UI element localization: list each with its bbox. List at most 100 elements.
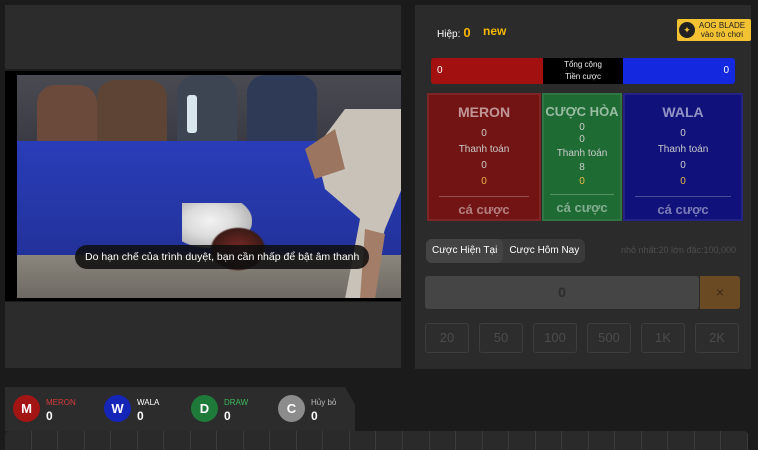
brand-line2: vào trò chơi bbox=[700, 30, 744, 39]
round-status: new bbox=[483, 24, 507, 38]
result-cell bbox=[111, 431, 138, 450]
wala-win: 0 bbox=[680, 176, 686, 187]
tab-today-bets[interactable]: Cược Hôm Nay bbox=[503, 239, 585, 263]
result-cell bbox=[323, 431, 350, 450]
spectator bbox=[177, 75, 237, 145]
result-cell bbox=[615, 431, 642, 450]
wala-payout: 0 bbox=[680, 160, 686, 171]
result-cell bbox=[695, 431, 722, 450]
result-cell bbox=[32, 431, 59, 450]
tab-current-bets[interactable]: Cược Hiện Tại bbox=[426, 239, 504, 263]
video-bottom-panel bbox=[5, 302, 401, 368]
video-top-panel bbox=[5, 5, 401, 69]
draw-title: CƯỢC HÒA bbox=[545, 104, 619, 119]
result-cell bbox=[562, 431, 589, 450]
draw-bet-button[interactable]: cá cược bbox=[544, 200, 620, 215]
brand-button[interactable]: ✦ AOG BLADE vào trò chơi bbox=[677, 19, 751, 41]
bet-history-tabs: Cược Hiện Tại Cược Hôm Nay bbox=[426, 239, 586, 263]
meron-win: 0 bbox=[481, 176, 487, 187]
draw-win: 0 bbox=[579, 176, 585, 187]
result-cell bbox=[58, 431, 85, 450]
result-cell bbox=[164, 431, 191, 450]
meron-bet-button[interactable]: cá cược bbox=[429, 202, 539, 217]
chip-button[interactable]: 100 bbox=[533, 323, 577, 353]
stat-label: WALA bbox=[137, 398, 160, 407]
wala-payout-label: Thanh toán bbox=[657, 144, 709, 155]
result-cell bbox=[350, 431, 377, 450]
brand-logo-icon: ✦ bbox=[679, 22, 695, 38]
live-video[interactable]: Do hạn chế của trình duyệt, bạn cần nhấp… bbox=[5, 71, 401, 301]
results-bar: M MERON 0 W WALA 0 D DRAW 0 C Hủy bỏ 0 bbox=[0, 379, 758, 450]
draw-payout: 8 bbox=[579, 162, 585, 173]
result-cell bbox=[668, 431, 695, 450]
divider bbox=[550, 194, 614, 195]
meron-bet-box[interactable]: MERON 0 Thanh toán 0 0 cá cược bbox=[427, 93, 541, 221]
meron-payout: 0 bbox=[481, 160, 487, 171]
wala-bet: 0 bbox=[680, 128, 686, 139]
wala-bet-button[interactable]: cá cược bbox=[625, 202, 741, 217]
handler-figure bbox=[305, 109, 401, 298]
wala-circle: W bbox=[104, 395, 131, 422]
round-label: Hiệp: bbox=[437, 29, 461, 40]
stat-label: DRAW bbox=[224, 398, 249, 407]
result-cell bbox=[509, 431, 536, 450]
chip-button[interactable]: 1K bbox=[641, 323, 685, 353]
wala-bet-box[interactable]: WALA 0 Thanh toán 0 0 cá cược bbox=[623, 93, 743, 221]
chip-button[interactable]: 50 bbox=[479, 323, 523, 353]
result-cell bbox=[138, 431, 165, 450]
chip-button[interactable]: 500 bbox=[587, 323, 631, 353]
stat-value: 0 bbox=[137, 409, 144, 423]
result-cell bbox=[85, 431, 112, 450]
brand-line1: AOG BLADE bbox=[698, 21, 746, 30]
meron-title: MERON bbox=[457, 104, 511, 120]
stat-value: 0 bbox=[311, 409, 318, 423]
round-indicator: Hiệp: 0 bbox=[437, 25, 471, 40]
total-wala: 0 bbox=[623, 58, 735, 84]
meron-payout-label: Thanh toán bbox=[458, 144, 510, 155]
spectator bbox=[97, 80, 167, 145]
total-bets-bar: 0 Tổng cộng Tiền cược 0 bbox=[431, 58, 735, 84]
stat-label: MERON bbox=[46, 398, 76, 407]
stat-value: 0 bbox=[224, 409, 231, 423]
draw-payout-label: Thanh toán bbox=[556, 148, 608, 159]
stat-label: Hủy bỏ bbox=[311, 398, 337, 407]
result-cell bbox=[536, 431, 563, 450]
result-cell bbox=[483, 431, 510, 450]
spectator bbox=[37, 85, 97, 145]
result-cell bbox=[191, 431, 218, 450]
divider bbox=[635, 196, 731, 197]
result-cell bbox=[297, 431, 324, 450]
total-meron: 0 bbox=[431, 58, 543, 84]
divider bbox=[439, 196, 529, 197]
meron-bet: 0 bbox=[481, 128, 487, 139]
result-cell bbox=[376, 431, 403, 450]
draw-bet-box[interactable]: CƯỢC HÒA 0 0 Thanh toán 8 0 cá cược bbox=[542, 93, 622, 221]
chip-button[interactable]: 20 bbox=[425, 323, 469, 353]
result-cell bbox=[589, 431, 616, 450]
result-cell bbox=[217, 431, 244, 450]
chip-button[interactable]: 2K bbox=[695, 323, 739, 353]
app-root: Do hạn chế của trình duyệt, bạn cần nhấp… bbox=[0, 0, 758, 450]
round-number: 0 bbox=[463, 25, 471, 40]
draw-bet-2: 0 bbox=[579, 134, 585, 145]
bet-amount-input[interactable]: 0 bbox=[425, 276, 699, 309]
result-cell bbox=[403, 431, 430, 450]
result-cell bbox=[244, 431, 271, 450]
results-grid bbox=[5, 431, 748, 450]
result-cell bbox=[430, 431, 457, 450]
total-label-line1: Tổng cộng bbox=[564, 60, 602, 69]
draw-bet: 0 bbox=[579, 122, 585, 133]
sound-notice[interactable]: Do hạn chế của trình duyệt, bạn cần nhấp… bbox=[75, 245, 370, 269]
wala-title: WALA bbox=[662, 104, 704, 120]
meron-circle: M bbox=[13, 395, 40, 422]
bet-limits: nhỏ nhất:20 lớn đặc:100,000 bbox=[621, 245, 736, 255]
result-stats: M MERON 0 W WALA 0 D DRAW 0 C Hủy bỏ 0 bbox=[5, 387, 355, 431]
stat-value: 0 bbox=[46, 409, 53, 423]
result-cell bbox=[270, 431, 297, 450]
total-label: Tổng cộng Tiền cược bbox=[543, 58, 623, 84]
result-cell bbox=[5, 431, 32, 450]
water-bottle bbox=[187, 95, 197, 133]
clear-amount-button[interactable]: × bbox=[700, 276, 740, 309]
result-cell bbox=[456, 431, 483, 450]
result-cell bbox=[642, 431, 669, 450]
